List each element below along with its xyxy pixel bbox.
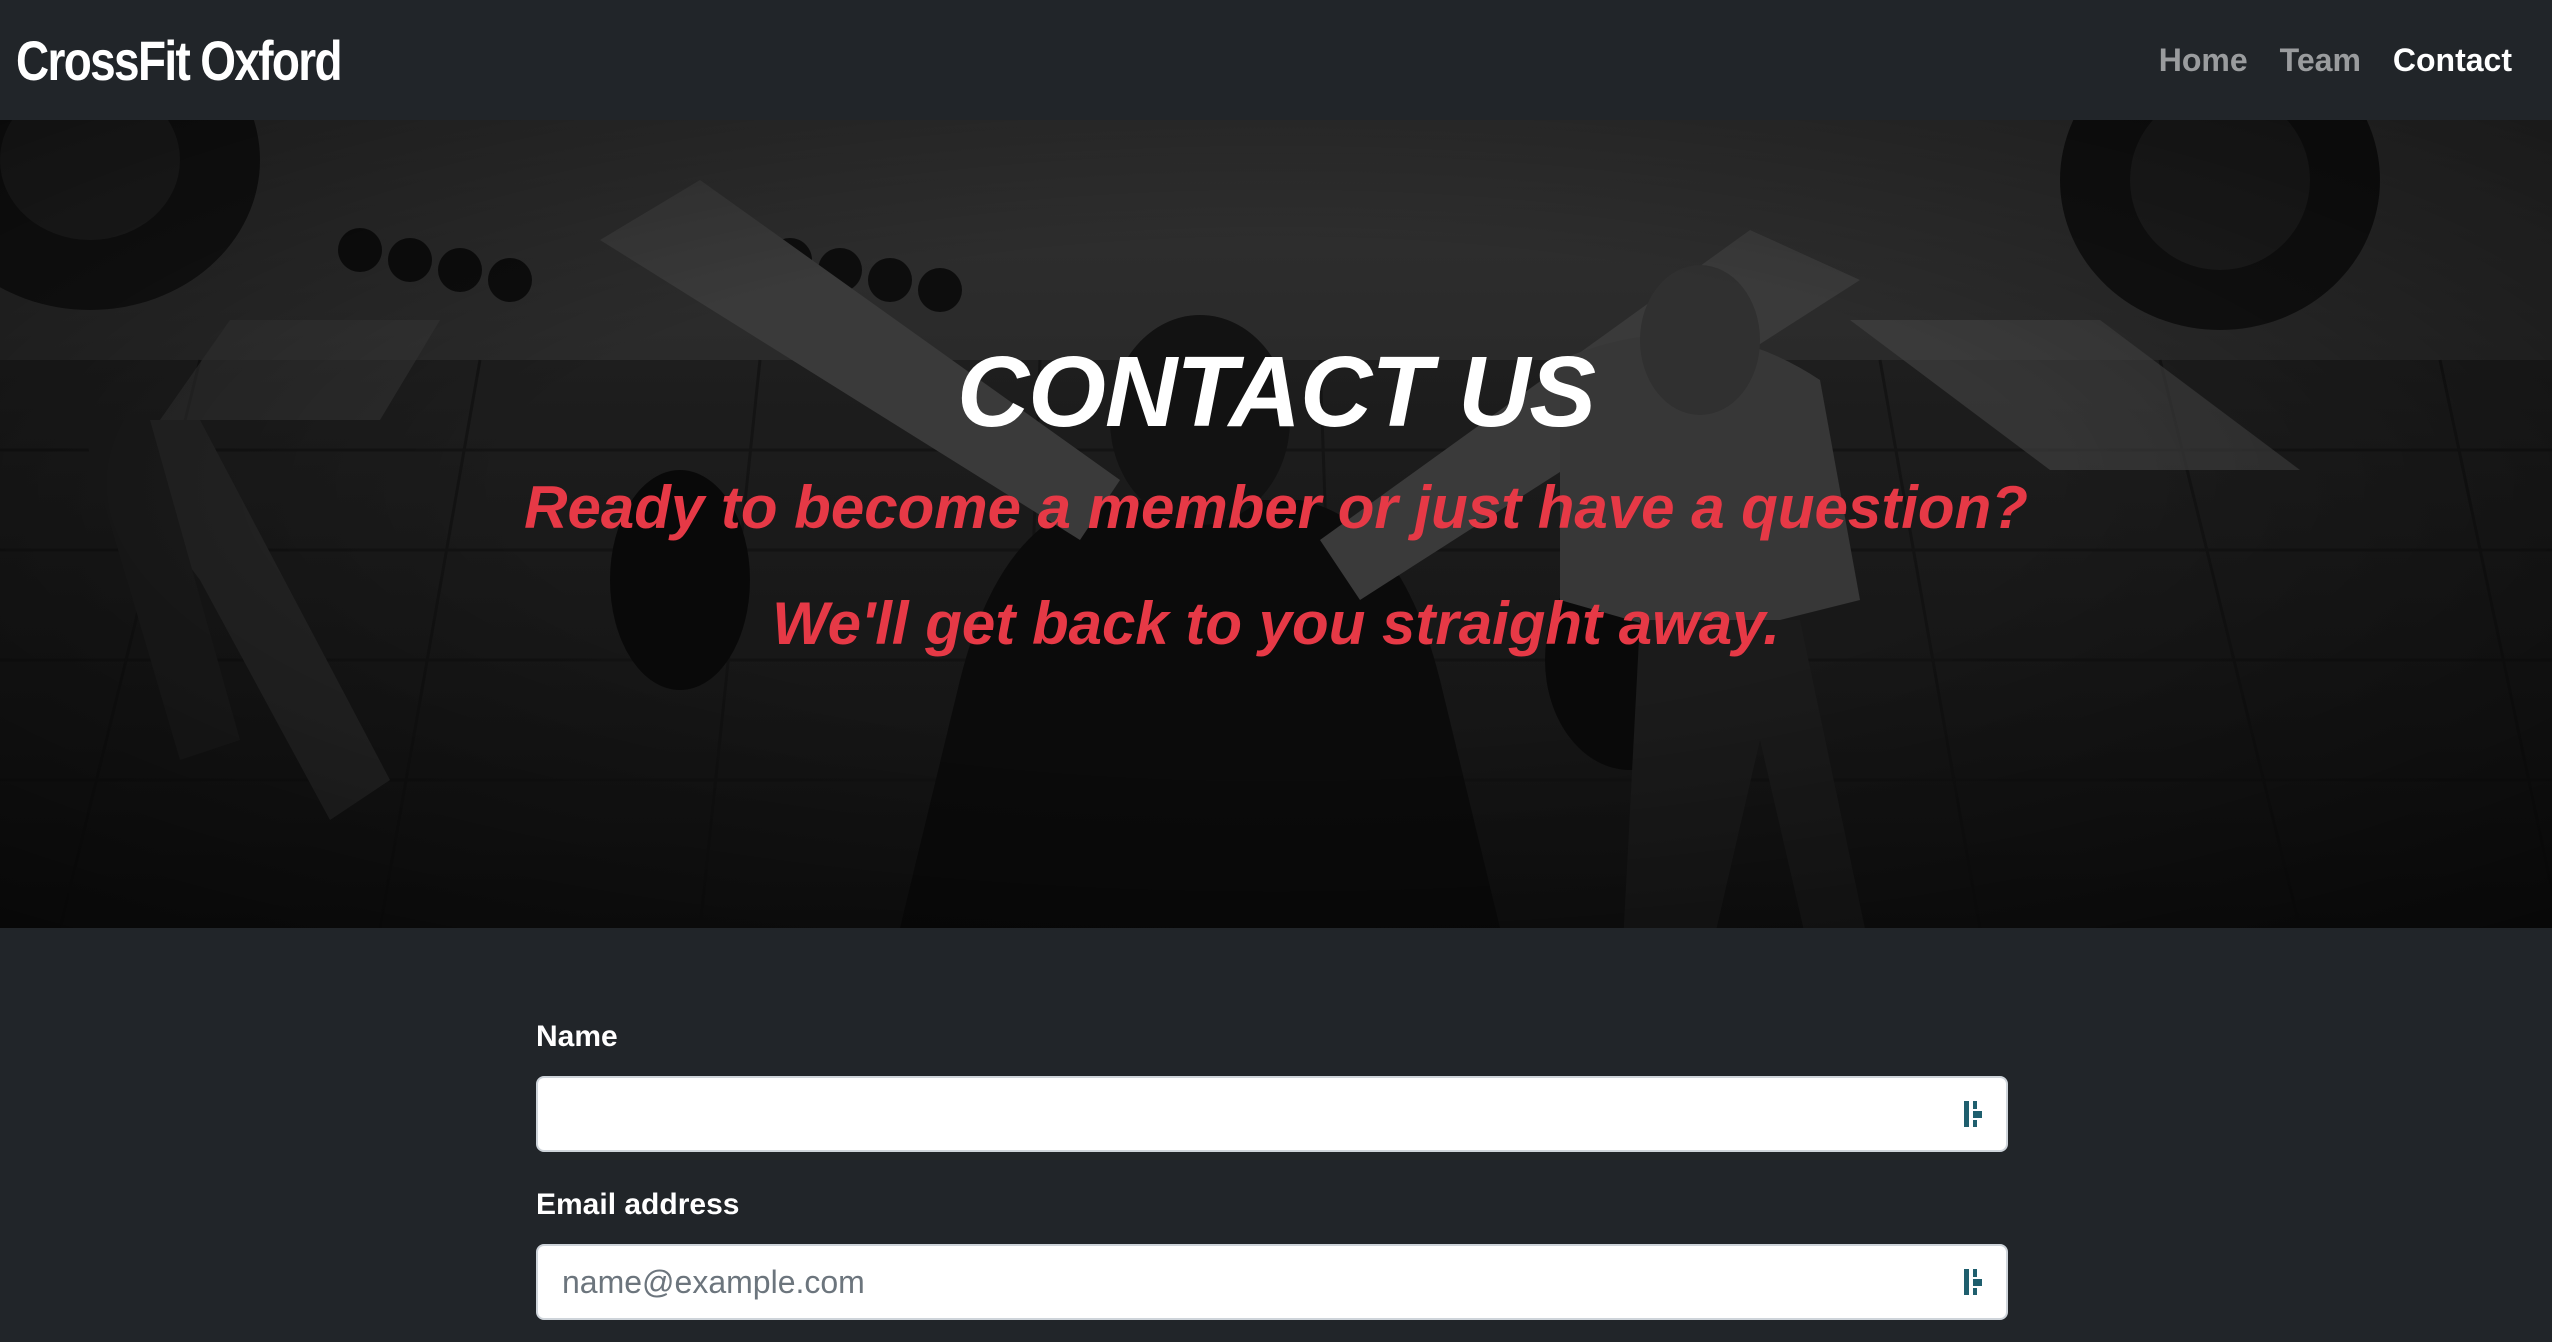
- contact-form: Name Email address: [536, 1020, 2008, 1342]
- email-input-wrap: [536, 1244, 2008, 1320]
- hero-content: CONTACT US Ready to become a member or j…: [0, 120, 2552, 928]
- password-manager-icon[interactable]: [1962, 1099, 1988, 1129]
- nav-links: Home Team Contact: [2159, 42, 2512, 79]
- password-manager-icon[interactable]: [1962, 1267, 1988, 1297]
- navbar: CrossFit Oxford Home Team Contact: [0, 0, 2552, 120]
- hero-subtitle-line2: We'll get back to you straight away.: [772, 590, 1780, 657]
- name-input-wrap: [536, 1076, 2008, 1152]
- name-label: Name: [536, 1020, 618, 1053]
- hero-subtitle-line1: Ready to become a member or just have a …: [524, 474, 2028, 541]
- email-label: Email address: [536, 1188, 740, 1221]
- brand-logo[interactable]: CrossFit Oxford: [16, 28, 343, 93]
- hero-section: CONTACT US Ready to become a member or j…: [0, 120, 2552, 928]
- name-input[interactable]: [536, 1076, 2008, 1152]
- email-group: Email address: [536, 1188, 2008, 1320]
- name-group: Name: [536, 1020, 2008, 1152]
- nav-link-team[interactable]: Team: [2280, 42, 2361, 79]
- hero-title: CONTACT US: [956, 336, 1596, 448]
- nav-link-contact[interactable]: Contact: [2393, 42, 2512, 79]
- nav-link-home[interactable]: Home: [2159, 42, 2248, 79]
- email-input[interactable]: [536, 1244, 2008, 1320]
